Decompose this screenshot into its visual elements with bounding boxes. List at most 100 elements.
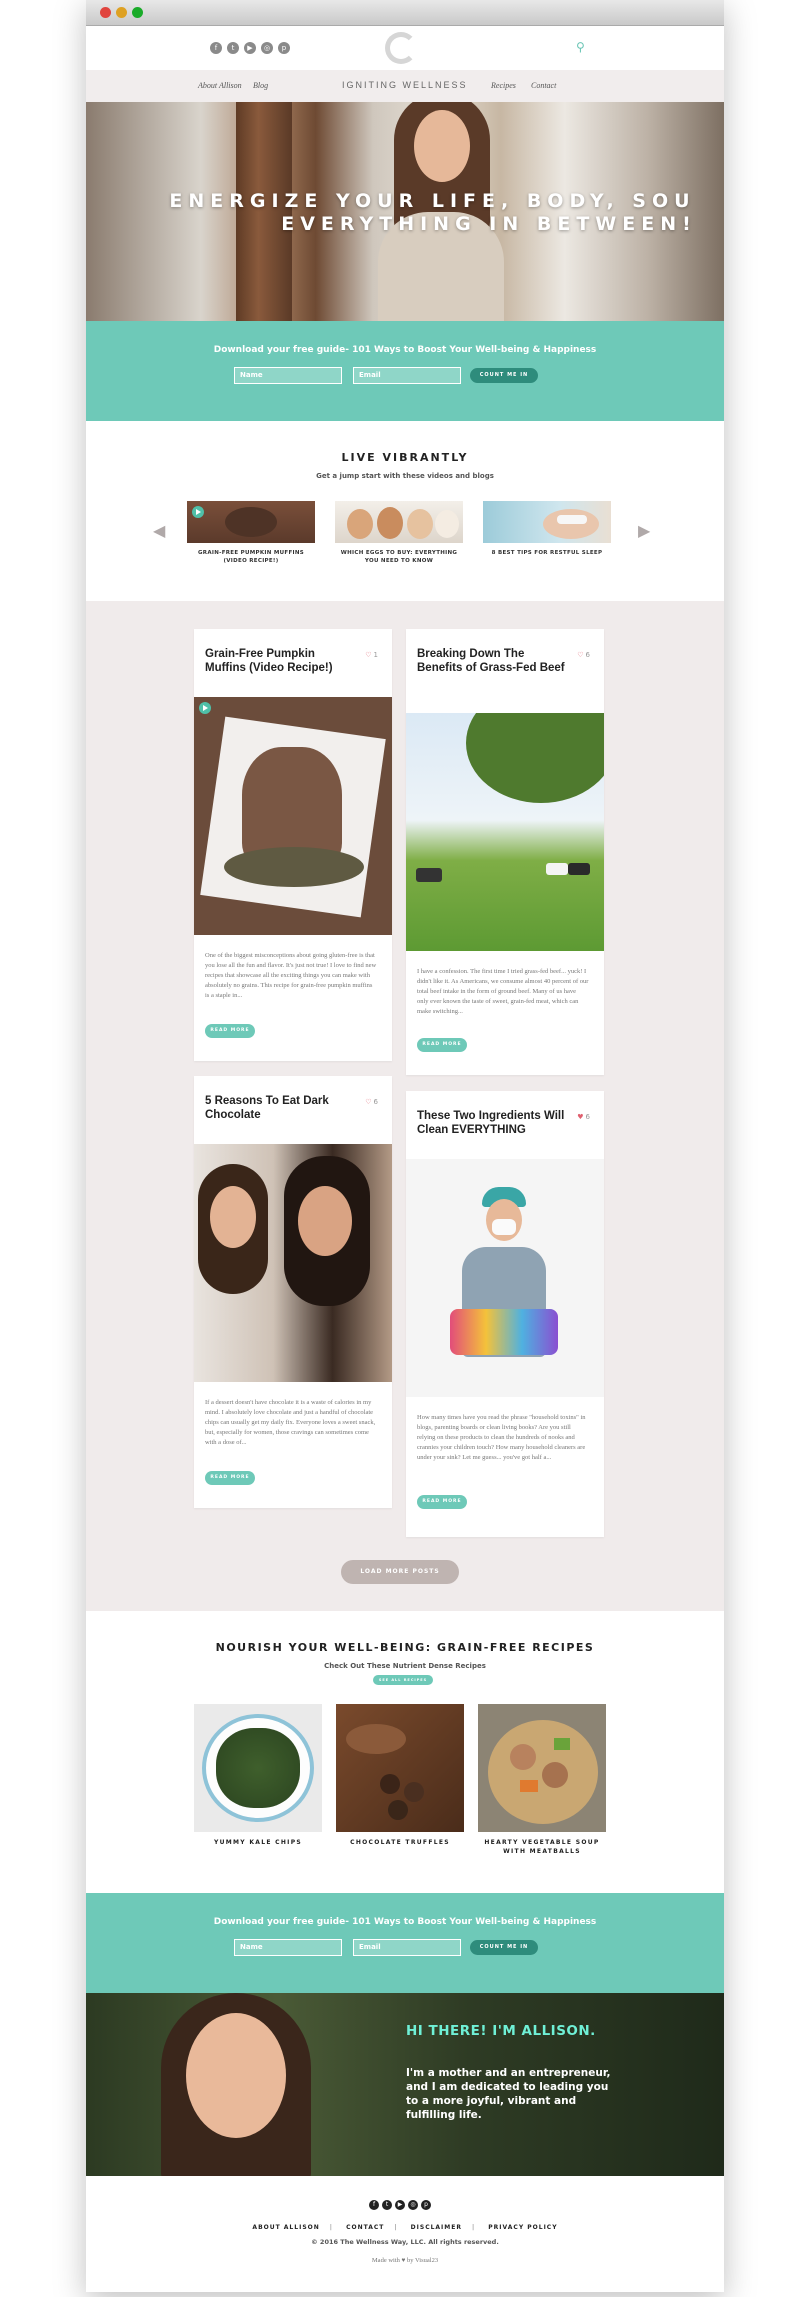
footer-links: ABOUT ALLISON | CONTACT | DISCLAIMER | PRIV… bbox=[252, 2224, 558, 2231]
post-image-women-chocolate[interactable] bbox=[194, 1144, 392, 1382]
optin-form-bottom: Download your free guide- 101 Ways to Bo… bbox=[86, 1893, 724, 1993]
nav-blog[interactable]: Blog bbox=[253, 81, 268, 90]
read-more-button[interactable]: READ MORE bbox=[417, 1495, 467, 1509]
read-more-button[interactable]: READ MORE bbox=[417, 1038, 467, 1052]
count-me-in-button[interactable]: COUNT ME IN bbox=[470, 368, 538, 383]
heart-icon[interactable]: ♡ bbox=[365, 651, 371, 659]
post-card[interactable]: Breaking Down The Benefits of Grass-Fed … bbox=[406, 629, 604, 1075]
like-count[interactable]: ♡ 6 bbox=[365, 1098, 378, 1106]
recipe-caption[interactable]: HEARTY VEGETABLE SOUP WITH MEATBALLS bbox=[478, 1838, 606, 1856]
like-count[interactable]: ♡ 1 bbox=[365, 651, 378, 659]
post-image-muffin[interactable] bbox=[194, 697, 392, 935]
section-subtitle: Check Out These Nutrient Dense Recipes bbox=[324, 1662, 486, 1670]
read-more-button[interactable]: READ MORE bbox=[205, 1024, 255, 1038]
visual23-link[interactable]: by Visual23 bbox=[407, 2257, 438, 2264]
nav-about[interactable]: About Allison bbox=[198, 81, 242, 90]
footer-link-contact[interactable]: CONTACT bbox=[346, 2224, 384, 2231]
about-bio: I'm a mother and an entrepreneur, and I … bbox=[406, 2067, 611, 2121]
recipes-section: NOURISH YOUR WELL-BEING: GRAIN-FREE RECI… bbox=[86, 1611, 724, 1893]
carousel-next-icon[interactable]: ▶ bbox=[638, 521, 650, 540]
twitter-icon[interactable]: t bbox=[227, 42, 239, 54]
video-thumb-eggs[interactable] bbox=[335, 501, 463, 543]
section-subtitle: Get a jump start with these videos and b… bbox=[316, 472, 494, 480]
heart-icon[interactable]: ♡ bbox=[365, 1098, 371, 1106]
post-title[interactable]: These Two Ingredients Will Clean EVERYTH… bbox=[417, 1109, 567, 1137]
recipe-caption[interactable]: YUMMY KALE CHIPS bbox=[194, 1838, 322, 1847]
social-links: f t ▶ ◎ p bbox=[210, 42, 290, 54]
post-card[interactable]: Grain-Free Pumpkin Muffins (Video Recipe… bbox=[194, 629, 392, 1061]
footer: f t ▶ ◎ p ABOUT ALLISON | CONTACT | DISCLA… bbox=[86, 2176, 724, 2292]
video-thumb-muffins[interactable] bbox=[187, 501, 315, 543]
instagram-icon[interactable]: ◎ bbox=[261, 42, 273, 54]
name-field[interactable]: Name bbox=[234, 367, 342, 384]
close-window-button[interactable] bbox=[100, 7, 111, 18]
copyright: © 2016 The Wellness Way, LLC. All rights… bbox=[311, 2238, 499, 2246]
post-title[interactable]: Breaking Down The Benefits of Grass-Fed … bbox=[417, 647, 567, 675]
like-count[interactable]: ♡ 6 bbox=[577, 651, 590, 659]
youtube-icon[interactable]: ▶ bbox=[244, 42, 256, 54]
facebook-icon[interactable]: f bbox=[210, 42, 222, 54]
browser-window: f t ▶ ◎ p ⚲ About Allison Blog IGNITING … bbox=[86, 0, 724, 2292]
play-icon[interactable] bbox=[192, 506, 204, 518]
instagram-icon[interactable]: ◎ bbox=[408, 2200, 418, 2210]
recipe-image-soup[interactable] bbox=[478, 1704, 606, 1832]
pinterest-icon[interactable]: p bbox=[278, 42, 290, 54]
about-section: HI THERE! I'M ALLISON. I'm a mother and … bbox=[86, 1993, 724, 2176]
post-title[interactable]: 5 Reasons To Eat Dark Chocolate bbox=[205, 1094, 355, 1122]
post-image-cleaning[interactable] bbox=[406, 1159, 604, 1397]
footer-link-about[interactable]: ABOUT ALLISON bbox=[252, 2224, 319, 2231]
post-excerpt: One of the biggest misconceptions about … bbox=[205, 952, 377, 999]
post-title[interactable]: Grain-Free Pumpkin Muffins (Video Recipe… bbox=[205, 647, 355, 675]
maximize-window-button[interactable] bbox=[132, 7, 143, 18]
footer-link-privacy[interactable]: PRIVACY POLICY bbox=[488, 2224, 557, 2231]
heart-icon[interactable]: ♥ bbox=[577, 1113, 583, 1121]
section-title: NOURISH YOUR WELL-BEING: GRAIN-FREE RECI… bbox=[215, 1641, 595, 1654]
optin-form-top: Download your free guide- 101 Ways to Bo… bbox=[86, 321, 724, 421]
site-logo[interactable] bbox=[385, 32, 417, 64]
heart-icon[interactable]: ♡ bbox=[577, 651, 583, 659]
blog-section: Grain-Free Pumpkin Muffins (Video Recipe… bbox=[86, 601, 724, 1611]
carousel-prev-icon[interactable]: ◀ bbox=[153, 521, 165, 540]
post-excerpt: How many times have you read the phrase … bbox=[417, 1414, 586, 1461]
like-count[interactable]: ♥ 6 bbox=[577, 1113, 590, 1121]
pinterest-icon[interactable]: p bbox=[421, 2200, 431, 2210]
video-thumb-sleep[interactable] bbox=[483, 501, 611, 543]
live-vibrantly-section: LIVE VIBRANTLY Get a jump start with the… bbox=[86, 421, 724, 601]
name-field[interactable]: Name bbox=[234, 1939, 342, 1956]
minimize-window-button[interactable] bbox=[116, 7, 127, 18]
read-more-button[interactable]: READ MORE bbox=[205, 1471, 255, 1485]
heart-icon: ♥ bbox=[401, 2257, 406, 2264]
nav-contact[interactable]: Contact bbox=[531, 81, 556, 90]
post-image-cows[interactable] bbox=[406, 713, 604, 951]
post-card[interactable]: 5 Reasons To Eat Dark Chocolate ♡ 6 If a … bbox=[194, 1076, 392, 1508]
footer-social-links: f t ▶ ◎ p bbox=[369, 2200, 431, 2210]
post-card[interactable]: These Two Ingredients Will Clean EVERYTH… bbox=[406, 1091, 604, 1537]
twitter-icon[interactable]: t bbox=[382, 2200, 392, 2210]
youtube-icon[interactable]: ▶ bbox=[395, 2200, 405, 2210]
email-field[interactable]: Email bbox=[353, 367, 461, 384]
about-greeting: HI THERE! I'M ALLISON. bbox=[406, 2023, 596, 2039]
post-excerpt: I have a confession. The first time I tr… bbox=[417, 968, 589, 1015]
count-me-in-button[interactable]: COUNT ME IN bbox=[470, 1940, 538, 1955]
recipe-image-kale[interactable] bbox=[194, 1704, 322, 1832]
optin-title: Download your free guide- 101 Ways to Bo… bbox=[213, 1917, 597, 1927]
search-icon[interactable]: ⚲ bbox=[576, 40, 585, 54]
main-nav: About Allison Blog IGNITING WELLNESS Rec… bbox=[86, 70, 724, 102]
recipe-caption[interactable]: CHOCOLATE TRUFFLES bbox=[336, 1838, 464, 1847]
video-caption[interactable]: 8 BEST TIPS FOR RESTFUL SLEEP bbox=[483, 549, 611, 557]
section-title: LIVE VIBRANTLY bbox=[341, 451, 469, 464]
facebook-icon[interactable]: f bbox=[369, 2200, 379, 2210]
play-icon[interactable] bbox=[199, 702, 211, 714]
nav-recipes[interactable]: Recipes bbox=[491, 81, 516, 90]
about-photo-allison bbox=[146, 1993, 326, 2176]
recipe-image-truffles[interactable] bbox=[336, 1704, 464, 1832]
post-excerpt: If a dessert doesn't have chocolate it i… bbox=[205, 1399, 376, 1446]
load-more-button[interactable]: LOAD MORE POSTS bbox=[341, 1560, 459, 1584]
see-all-recipes-button[interactable]: SEE ALL RECIPES bbox=[373, 1675, 433, 1685]
footer-link-disclaimer[interactable]: DISCLAIMER bbox=[411, 2224, 462, 2231]
email-field[interactable]: Email bbox=[353, 1939, 461, 1956]
video-caption[interactable]: GRAIN-FREE PUMPKIN MUFFINS (VIDEO RECIPE… bbox=[187, 549, 315, 565]
nav-brand[interactable]: IGNITING WELLNESS bbox=[342, 80, 468, 90]
made-with: Made with ♥ by Visual23 bbox=[371, 2257, 439, 2264]
video-caption[interactable]: WHICH EGGS TO BUY: EVERYTHING YOU NEED T… bbox=[335, 549, 463, 565]
